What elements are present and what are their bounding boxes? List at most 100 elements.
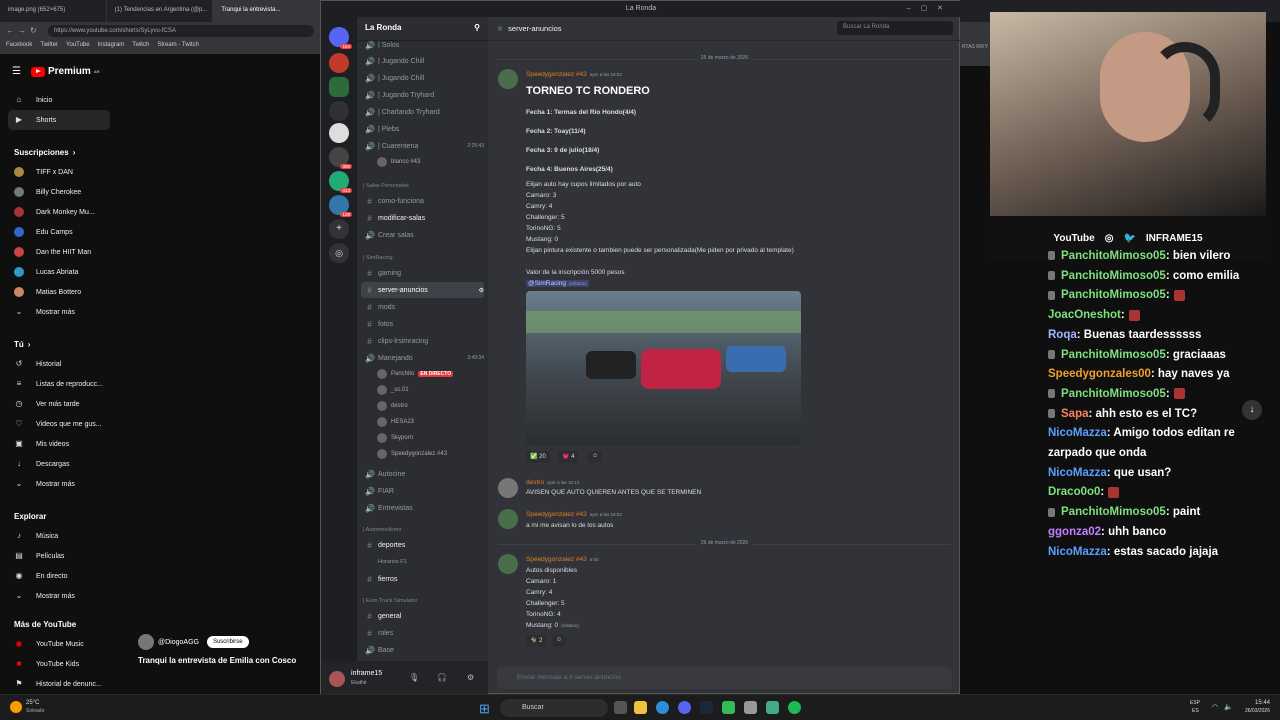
username[interactable]: inframe15	[351, 670, 382, 677]
app-icon[interactable]	[744, 701, 757, 714]
you-item[interactable]: ↺ Historial	[8, 354, 110, 374]
subscribe-button[interactable]: Suscribirse	[206, 636, 249, 648]
voice-channel[interactable]: 🔊 | Plebs	[361, 121, 484, 137]
bookmark[interactable]: YouTube	[66, 42, 90, 52]
server-icon[interactable]: 413	[329, 171, 352, 193]
server-icon[interactable]	[329, 53, 349, 73]
short-title[interactable]: Tranqui la entrevista de Emilia con Cosc…	[138, 656, 320, 665]
chat-username[interactable]: ggonza02	[1048, 526, 1101, 538]
avatar[interactable]	[498, 509, 518, 529]
sub-item[interactable]: Billy Cherokee	[8, 182, 110, 202]
explore-item[interactable]: ♪ Música	[8, 526, 110, 546]
category-header[interactable]: | Euro Truck Simulator	[363, 598, 417, 604]
chat-username[interactable]: NicoMazza	[1048, 427, 1107, 439]
add-server-icon[interactable]: +	[329, 219, 349, 239]
headphones-icon[interactable]: 🎧	[437, 673, 447, 682]
nav-home[interactable]: ⌂ Inicio	[8, 90, 110, 110]
nav-shorts[interactable]: ▶ Shorts	[8, 110, 110, 130]
youtube-logo[interactable]: Premium AR	[30, 66, 100, 77]
sub-item[interactable]: Edu Camps	[8, 222, 110, 242]
category-header[interactable]: | Automovilismo	[363, 527, 401, 533]
taskbar-search[interactable]: Buscar	[500, 699, 608, 717]
settings-icon[interactable]: ⚙	[479, 287, 484, 294]
voice-user[interactable]: blanco #43	[377, 154, 420, 169]
discord-icon[interactable]	[678, 701, 691, 714]
voice-channel[interactable]: 🔊 | Jugando Tryhard	[361, 87, 484, 103]
sub-item[interactable]: Dark Monkey Mu...	[8, 202, 110, 222]
sub-item[interactable]: Lucas Abriata	[8, 262, 110, 282]
category-header[interactable]: | Salas Personales	[363, 183, 409, 189]
app-icon[interactable]	[722, 701, 735, 714]
more-item[interactable]: ◉ YouTube Music	[8, 634, 110, 654]
reaction-emoji[interactable]: 🐐 2	[526, 635, 547, 647]
category-header[interactable]: | SimRacing	[363, 255, 393, 261]
clock-time[interactable]: 15:44	[1255, 700, 1270, 706]
weather-icon[interactable]	[10, 701, 22, 713]
you-item[interactable]: ≡ Listas de reproducc...	[8, 374, 110, 394]
wifi-icon[interactable]: ◠	[1212, 703, 1218, 711]
chat-username[interactable]: PanchitoMimoso05	[1061, 506, 1166, 518]
text-channel[interactable]: # gaming	[361, 265, 484, 281]
voice-channel[interactable]: 🔊 | Solos	[361, 37, 484, 53]
voice-channel[interactable]: 🔊 Entrevistas	[361, 500, 484, 516]
bookmark[interactable]: Instagram	[98, 42, 125, 52]
more-item[interactable]: ⚑ Historial de denunc...	[8, 674, 110, 694]
you-item[interactable]: ◷ Ver más tarde	[8, 394, 110, 414]
chat-username[interactable]: PanchitoMimoso05	[1061, 250, 1166, 262]
bookmark[interactable]: Facebook	[6, 42, 32, 52]
avatar[interactable]	[498, 554, 518, 574]
show-more[interactable]: ⌄ Mostrar más	[8, 586, 110, 606]
forward-icon[interactable]: →	[18, 26, 26, 35]
back-icon[interactable]: ←	[6, 26, 14, 35]
search-input[interactable]: Buscar La Ronda	[837, 21, 953, 35]
voice-user[interactable]: destro	[377, 398, 408, 413]
show-more[interactable]: ⌄ Mostrar más	[8, 302, 110, 322]
server-icon[interactable]: 386	[329, 147, 352, 169]
more-item[interactable]: ■ YouTube Kids	[8, 654, 110, 674]
menu-icon[interactable]: ☰	[12, 66, 21, 77]
voice-channel[interactable]: 🔊 Base	[361, 642, 484, 658]
chat-username[interactable]: NicoMazza	[1048, 467, 1107, 479]
chat-username[interactable]: PanchitoMimoso05	[1061, 270, 1166, 282]
reaction-emoji[interactable]: 💗 4	[558, 451, 579, 463]
explore-item[interactable]: ◉ En directo	[8, 566, 110, 586]
text-channel[interactable]: # general	[361, 608, 484, 624]
chat-username[interactable]: PanchitoMimoso05	[1061, 349, 1166, 361]
mic-icon[interactable]: 🎙	[409, 673, 419, 682]
language[interactable]: ESP	[1190, 700, 1200, 706]
voice-user[interactable]: Skyporn	[377, 430, 413, 445]
you-item[interactable]: ▣ Mis videos	[8, 434, 110, 454]
voice-channel[interactable]: 🔊 | Jugando Chill	[361, 53, 484, 69]
steam-icon[interactable]	[700, 701, 713, 714]
avatar[interactable]	[498, 69, 518, 89]
dm-icon[interactable]: 164	[329, 27, 352, 49]
voice-user[interactable]: HESA23	[377, 414, 414, 429]
reaction-check[interactable]: ✅ 20	[526, 451, 550, 463]
chat-username[interactable]: Sapa	[1061, 408, 1089, 420]
sub-item[interactable]: Dan the HIIT Man	[8, 242, 110, 262]
text-channel[interactable]: # mods	[361, 299, 484, 315]
browser-tab-active[interactable]: Tranqui la entrevista...	[213, 0, 321, 22]
chat-username[interactable]: JoacOneshot	[1048, 309, 1121, 321]
text-channel[interactable]: # clips-lrsimracing	[361, 333, 484, 349]
text-channel[interactable]: Horarios F1	[361, 554, 484, 570]
you-item[interactable]: ↓ Descargas	[8, 454, 110, 474]
chat-username[interactable]: Roqa	[1048, 329, 1077, 341]
voice-user[interactable]: Speedygonzalez #43	[377, 446, 447, 461]
browser-tab[interactable]: image.png (652×675)	[0, 0, 107, 22]
chat-username[interactable]: Draco0o0	[1048, 486, 1100, 498]
window-controls[interactable]: –▢✕	[907, 1, 953, 17]
voice-channel[interactable]: 🔊 | Jugando Chill	[361, 70, 484, 86]
text-channel[interactable]: # fotos	[361, 316, 484, 332]
message-author[interactable]: Speedygonzalez #43 0:50	[526, 556, 598, 563]
avatar[interactable]	[498, 478, 518, 498]
server-icon-active[interactable]	[329, 77, 349, 97]
sub-item[interactable]: Matias Bottero	[8, 282, 110, 302]
you-title[interactable]: Tú ›	[8, 334, 110, 354]
add-reaction-icon[interactable]: ☺	[552, 635, 567, 647]
message-author[interactable]: destro ayer a las 16:13	[526, 479, 579, 486]
text-channel[interactable]: # fierros	[361, 571, 484, 587]
voice-user[interactable]: Panchito EN DIRECTO	[377, 366, 454, 381]
bookmark[interactable]: Twitter	[40, 42, 58, 52]
browser-tab[interactable]: (1) Tendencias en Argentina (@p...	[107, 0, 214, 22]
